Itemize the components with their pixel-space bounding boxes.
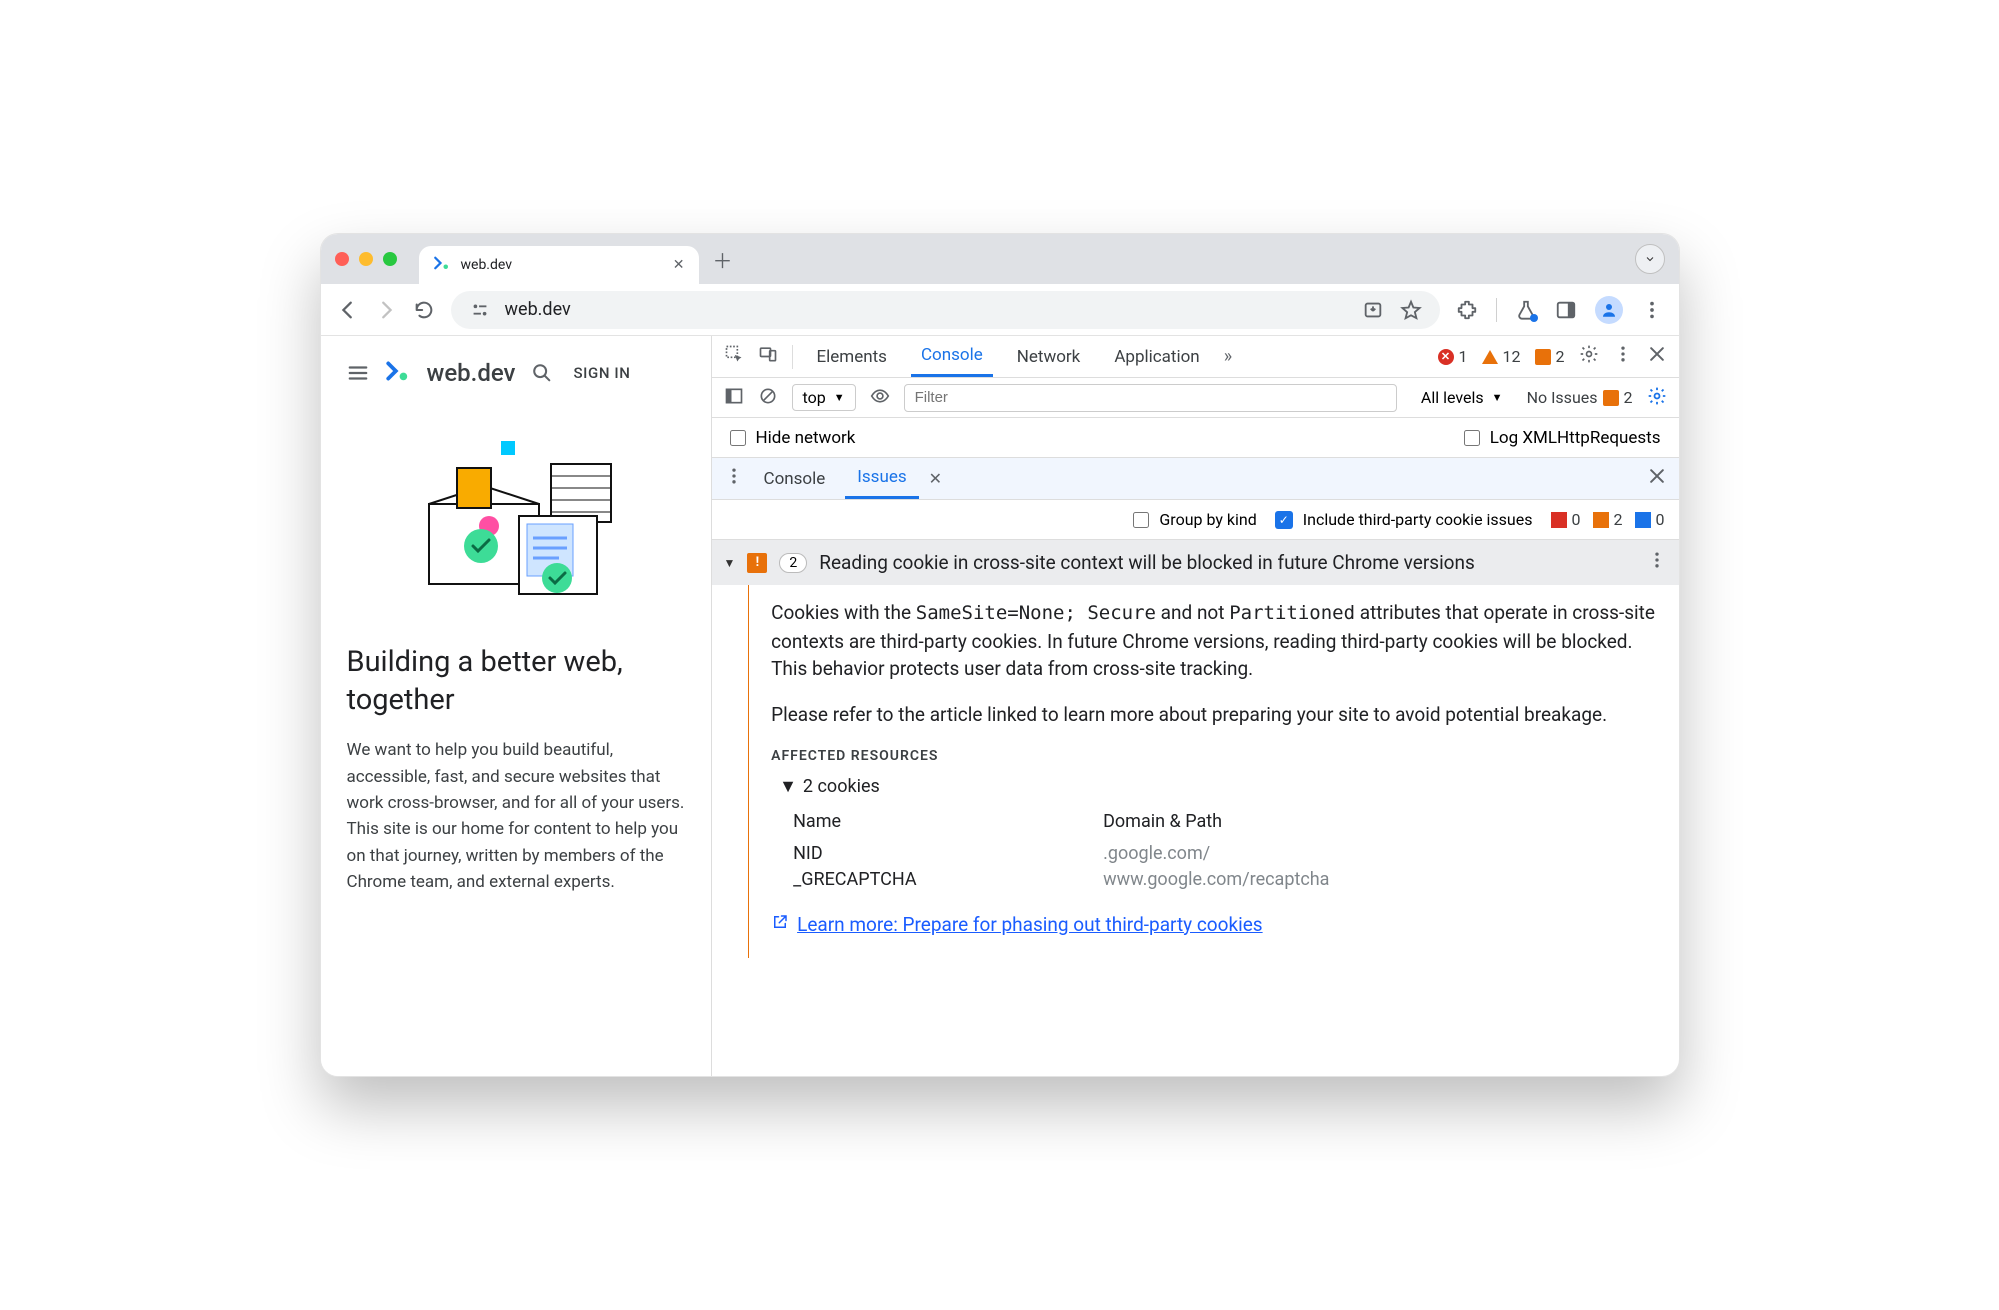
favicon-icon [433,254,451,276]
chevron-down-icon: ▼ [779,774,797,800]
divider [792,345,793,369]
page-content: web.dev SIGN IN [321,336,711,1076]
issue-severity-icon: ! [747,553,767,573]
issue-occurrence-count: 2 [779,553,807,573]
drawer-tab-close-icon[interactable]: ✕ [929,469,942,488]
fullscreen-window-button[interactable] [383,252,397,266]
window-controls [335,252,397,266]
col-header-name: Name [793,809,1103,835]
inspect-element-icon[interactable] [724,344,744,369]
drawer-menu-icon[interactable] [724,466,744,491]
drawer-close-icon[interactable] [1647,466,1667,491]
log-levels-select[interactable]: All levels ▼ [1411,385,1513,410]
drawer-tab-console[interactable]: Console [752,461,838,497]
page-headline: Building a better web, together [347,644,685,719]
issues-filter-bar: Group by kind ✓ Include third-party cook… [712,500,1679,540]
tab-console[interactable]: Console [911,337,993,377]
extensions-icon[interactable] [1456,299,1478,321]
improvement-count: 0 [1635,510,1665,529]
address-bar[interactable]: web.dev [451,291,1440,329]
tab-network[interactable]: Network [1007,339,1091,375]
page-paragraph: We want to help you build beautiful, acc… [347,737,685,895]
reload-button[interactable] [413,299,435,321]
install-app-icon[interactable] [1362,299,1384,321]
hamburger-icon[interactable] [347,362,369,384]
bookmark-star-icon[interactable] [1400,299,1422,321]
content-area: web.dev SIGN IN [321,336,1679,1076]
external-link-icon [771,911,789,939]
table-row: NID .google.com/ [793,841,1658,867]
execution-context-select[interactable]: top ▼ [792,384,856,411]
expand-caret-icon[interactable]: ▼ [724,556,736,570]
search-icon[interactable] [531,362,553,384]
console-settings-row: Hide network Log XMLHttpRequests [712,418,1679,458]
console-settings-gear-icon[interactable] [1647,386,1667,410]
url-text: web.dev [505,299,571,320]
table-row: _GRECAPTCHA www.google.com/recaptcha [793,867,1658,893]
affected-resources-label: AFFECTED RESOURCES [771,746,1658,766]
toolbar-divider [1496,298,1497,322]
issue-paragraph-2: Please refer to the article linked to le… [771,701,1658,729]
tab-title: web.dev [461,257,513,273]
affected-cookies-table: Name Domain & Path NID .google.com/ _GRE… [793,809,1658,893]
signin-link[interactable]: SIGN IN [573,364,630,382]
profile-avatar[interactable] [1595,296,1623,324]
clear-console-icon[interactable] [758,386,778,410]
more-menu-icon[interactable] [1613,344,1633,369]
settings-gear-icon[interactable] [1579,344,1599,369]
drawer-tab-issues[interactable]: Issues [845,459,918,499]
issue-header-row[interactable]: ▼ ! 2 Reading cookie in cross-site conte… [712,540,1679,585]
issue-title: Reading cookie in cross-site context wil… [819,551,1475,574]
browser-menu-icon[interactable] [1641,299,1663,321]
console-sidebar-toggle-icon[interactable] [724,386,744,410]
console-filter-bar: top ▼ All levels ▼ No Issues 2 [712,378,1679,418]
col-header-domain: Domain & Path [1103,809,1222,835]
log-xhr-checkbox[interactable]: Log XMLHttpRequests [1464,428,1661,448]
back-button[interactable] [337,299,359,321]
tab-elements[interactable]: Elements [807,339,897,375]
group-by-kind-checkbox[interactable]: Group by kind [1133,510,1256,529]
tab-strip: web.dev ✕ ＋ [321,234,1679,284]
include-3p-cookie-checkbox[interactable]: ✓ Include third-party cookie issues [1275,510,1533,529]
breaking-change-count: 2 [1593,510,1623,529]
console-filter-input[interactable] [904,384,1397,412]
learn-more-link[interactable]: Learn more: Prepare for phasing out thir… [771,911,1658,939]
tab-close-icon[interactable]: ✕ [673,257,685,273]
hero-illustration [401,426,631,606]
error-count[interactable]: ✕1 [1438,347,1468,366]
site-header: web.dev SIGN IN [347,358,685,388]
new-tab-button[interactable]: ＋ [713,245,733,274]
site-logo-icon [385,358,411,388]
issue-kind-counts: 0 2 0 [1551,510,1665,529]
devtools-panel: Elements Console Network Application » ✕… [711,336,1679,1076]
close-window-button[interactable] [335,252,349,266]
hide-network-checkbox[interactable]: Hide network [730,428,856,448]
labs-flask-icon[interactable] [1515,299,1537,321]
devtools-close-icon[interactable] [1647,344,1667,369]
page-error-count: 0 [1551,510,1581,529]
site-brand-text: web.dev [427,359,516,387]
warning-count[interactable]: 12 [1482,347,1521,366]
side-panel-icon[interactable] [1555,299,1577,321]
issue-paragraph-1: Cookies with the SameSite=None; Secure a… [771,599,1658,683]
drawer-tabbar: Console Issues ✕ [712,458,1679,500]
issue-menu-icon[interactable] [1647,550,1667,575]
toolbar-actions [1456,296,1663,324]
issue-body: Cookies with the SameSite=None; Secure a… [712,585,1679,958]
minimize-window-button[interactable] [359,252,373,266]
tab-overflow-icon[interactable]: » [1224,346,1228,367]
site-settings-icon[interactable] [469,299,491,321]
devtools-tabbar: Elements Console Network Application » ✕… [712,336,1679,378]
browser-tab[interactable]: web.dev ✕ [419,246,699,284]
tab-application[interactable]: Application [1104,339,1209,375]
no-issues-indicator[interactable]: No Issues 2 [1527,388,1633,407]
issue-count[interactable]: 2 [1535,347,1565,366]
browser-window: web.dev ✕ ＋ web.dev [320,233,1680,1077]
cookies-summary-toggle[interactable]: ▼ 2 cookies [779,774,1658,800]
browser-toolbar: web.dev [321,284,1679,336]
tab-overflow-button[interactable] [1635,244,1665,274]
forward-button[interactable] [375,299,397,321]
live-expression-icon[interactable] [870,386,890,410]
device-toolbar-icon[interactable] [758,344,778,369]
